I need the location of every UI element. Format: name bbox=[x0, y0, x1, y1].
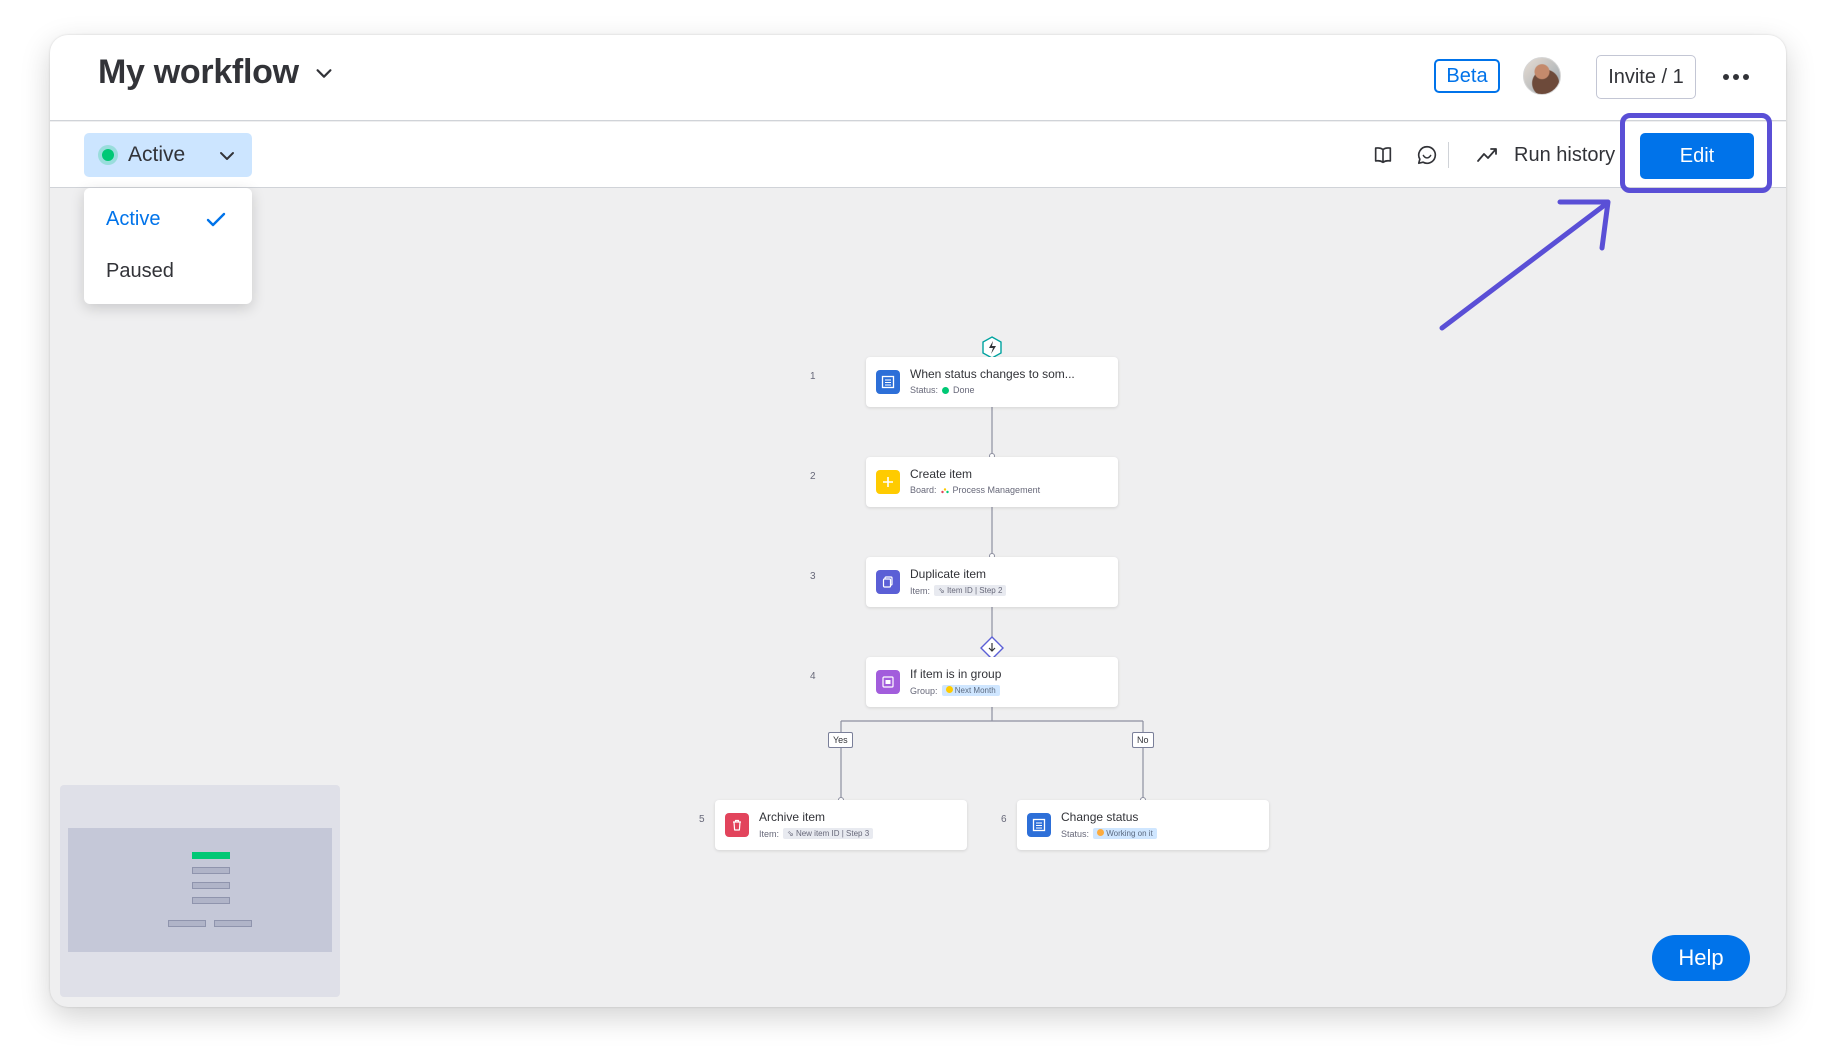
trash-icon bbox=[725, 813, 749, 837]
step-chip: ⇘ New item ID | Step 3 bbox=[783, 828, 874, 839]
step-details: Status: Done bbox=[910, 385, 975, 395]
step-title: Create item bbox=[910, 467, 973, 481]
step-details: Item: ⇘ New item ID | Step 3 bbox=[759, 828, 874, 839]
step-number: 3 bbox=[810, 571, 816, 582]
annotation-arrow-icon bbox=[1439, 199, 1611, 331]
duplicate-icon bbox=[876, 570, 900, 594]
step-number: 4 bbox=[810, 671, 816, 682]
step-number: 6 bbox=[1001, 814, 1007, 825]
step-details: Group: Next Month bbox=[910, 685, 1000, 696]
branch-no-label: No bbox=[1132, 732, 1154, 748]
branch-yes-label: Yes bbox=[828, 732, 853, 748]
step-title: Duplicate item bbox=[910, 567, 987, 581]
step-number: 1 bbox=[810, 371, 816, 382]
step-detail-label: Item: bbox=[910, 585, 931, 596]
workflow-step-trigger[interactable]: When status changes to som... Status: Do… bbox=[866, 357, 1118, 407]
step-details: Board: Process Management bbox=[910, 485, 1040, 495]
plus-icon bbox=[876, 470, 900, 494]
step-detail-value: Done bbox=[953, 385, 975, 395]
help-button[interactable]: Help bbox=[1652, 935, 1750, 981]
trigger-hexagon-icon bbox=[982, 336, 1002, 359]
step-detail-value: Process Management bbox=[952, 485, 1041, 495]
status-dot-icon bbox=[942, 386, 950, 394]
step-details: Item: ⇘ Item ID | Step 2 bbox=[910, 585, 1007, 596]
step-detail-label: Board: bbox=[910, 485, 937, 495]
app-window: My workflow Beta Invite / 1 Active Run h… bbox=[50, 35, 1786, 1007]
workflow-step-condition[interactable]: If item is in group Group: Next Month bbox=[866, 657, 1118, 707]
step-title: When status changes to som... bbox=[910, 367, 1075, 381]
step-title: If item is in group bbox=[910, 667, 1002, 681]
minimap-node bbox=[168, 920, 206, 927]
workflow-step-change-status[interactable]: Change status Status: Working on it bbox=[1017, 800, 1269, 850]
workflow-step-archive-item[interactable]: Archive item Item: ⇘ New item ID | Step … bbox=[715, 800, 967, 850]
minimap-node bbox=[192, 882, 230, 889]
status-column-icon bbox=[876, 370, 900, 394]
group-icon bbox=[876, 670, 900, 694]
minimap-node bbox=[192, 852, 230, 859]
board-icon bbox=[940, 487, 949, 493]
step-chip: ⇘ Item ID | Step 2 bbox=[934, 585, 1007, 596]
step-title: Archive item bbox=[759, 810, 826, 824]
minimap-viewport[interactable] bbox=[68, 828, 332, 952]
step-detail-label: Status: bbox=[1061, 828, 1090, 839]
workflow-step-duplicate-item[interactable]: Duplicate item Item: ⇘ Item ID | Step 2 bbox=[866, 557, 1118, 607]
step-number: 5 bbox=[699, 814, 705, 825]
group-chip: Next Month bbox=[941, 685, 1000, 696]
step-detail-label: Status: bbox=[910, 385, 939, 395]
minimap[interactable] bbox=[60, 785, 340, 997]
workflow-step-create-item[interactable]: Create item Board: Process Management bbox=[866, 457, 1118, 507]
step-details: Status: Working on it bbox=[1061, 828, 1157, 839]
condition-diamond-icon bbox=[980, 636, 1004, 660]
edit-highlight-box bbox=[1620, 113, 1772, 193]
minimap-node bbox=[192, 867, 230, 874]
step-detail-label: Item: bbox=[759, 828, 780, 839]
minimap-node bbox=[214, 920, 252, 927]
step-title: Change status bbox=[1061, 810, 1139, 824]
minimap-node bbox=[192, 897, 230, 904]
status-column-icon bbox=[1027, 813, 1051, 837]
step-detail-label: Group: bbox=[910, 685, 938, 696]
step-number: 2 bbox=[810, 471, 816, 482]
status-chip: Working on it bbox=[1093, 828, 1157, 839]
